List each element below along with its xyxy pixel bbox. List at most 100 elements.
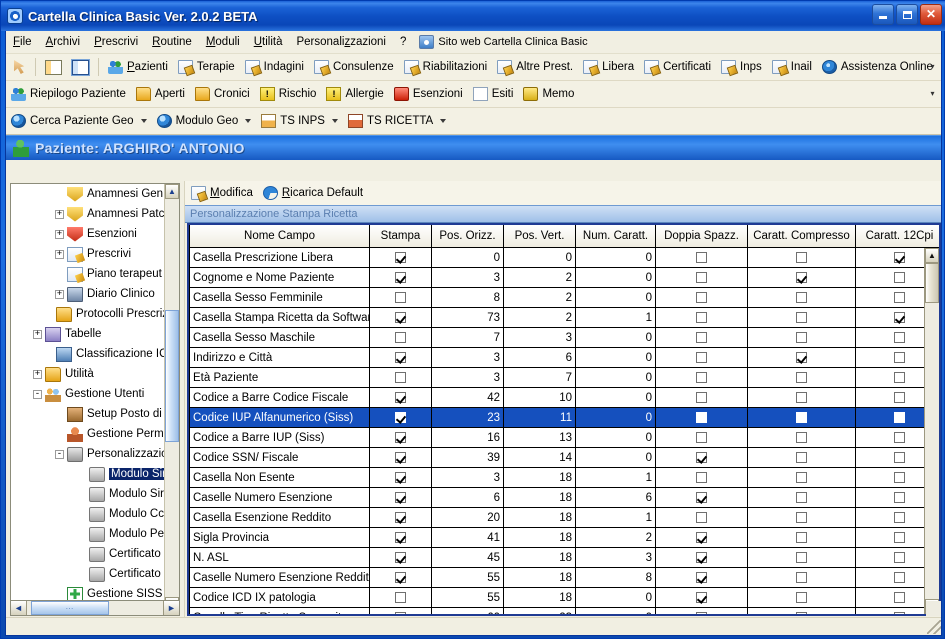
checkbox-checked-icon[interactable] <box>395 391 406 403</box>
cell-pos-vert[interactable]: 18 <box>503 567 576 588</box>
cell-pos-vert[interactable]: 3 <box>503 327 576 348</box>
menu-item-utilita[interactable]: Utilità <box>247 33 290 51</box>
column-header-stampa[interactable]: Stampa <box>369 225 432 248</box>
checkbox-unchecked-icon[interactable] <box>796 251 807 263</box>
cell-doppia-spazz[interactable] <box>655 307 748 328</box>
cell-nome-campo[interactable]: Codice IUP Alfanumerico (Siss) <box>189 407 370 428</box>
checkbox-unchecked-icon[interactable] <box>696 251 707 263</box>
checkbox-checked-icon[interactable] <box>395 471 406 483</box>
menu-item-prescrivi[interactable]: Prescrivi <box>87 33 145 51</box>
table-row[interactable]: Cognome e Nome Paziente 3 2 0 <box>189 267 939 288</box>
checkbox-unchecked-icon[interactable] <box>894 291 905 303</box>
toolbar-button-rischio[interactable]: ! Rischio <box>255 85 322 103</box>
cell-nome-campo[interactable]: Caselle Numero Esenzione Reddito <box>189 567 370 588</box>
chevron-down-icon[interactable] <box>140 119 147 123</box>
toolbar-button-esiti[interactable]: Esiti <box>468 85 519 103</box>
toolbar-button-ts-inps[interactable]: TS INPS <box>256 112 343 130</box>
toolbar-button-ts-ricetta[interactable]: TS RICETTA <box>343 112 451 130</box>
cell-caratt-compresso[interactable] <box>747 367 856 388</box>
column-header-num-caratt[interactable]: Num. Caratt. <box>575 225 656 248</box>
expand-icon[interactable]: + <box>55 289 64 299</box>
expand-icon[interactable]: + <box>55 209 64 219</box>
checkbox-checked-icon[interactable] <box>894 251 905 263</box>
cell-stampa[interactable] <box>369 307 432 328</box>
cell-doppia-spazz[interactable] <box>655 287 748 308</box>
cell-stampa[interactable] <box>369 367 432 388</box>
cell-num-caratt[interactable]: 0 <box>575 347 656 368</box>
checkbox-checked-icon[interactable] <box>395 491 406 503</box>
table-row[interactable]: Casella Sesso Femminile 8 2 0 <box>189 287 939 308</box>
cell-caratt-compresso[interactable] <box>747 527 856 548</box>
checkbox-checked-icon[interactable] <box>894 311 905 323</box>
cell-doppia-spazz[interactable] <box>655 387 748 408</box>
cell-nome-campo[interactable]: Sigla Provincia <box>189 527 370 548</box>
cell-num-caratt[interactable]: 0 <box>575 407 656 428</box>
cell-nome-campo[interactable]: Codice a Barre IUP (Siss) <box>189 427 370 448</box>
toolbar-button-esenzioni[interactable]: Esenzioni <box>389 85 468 103</box>
table-row[interactable]: N. ASL 45 18 3 <box>189 547 939 568</box>
checkbox-checked-icon[interactable] <box>395 311 406 323</box>
cell-doppia-spazz[interactable] <box>655 607 748 614</box>
cell-num-caratt[interactable]: 1 <box>575 467 656 488</box>
tree-scroll-thumb[interactable] <box>165 310 179 442</box>
table-row[interactable]: Caselle Numero Esenzione Reddito 55 18 8 <box>189 567 939 588</box>
cell-doppia-spazz[interactable] <box>655 327 748 348</box>
cell-caratt-compresso[interactable] <box>747 267 856 288</box>
checkbox-unchecked-icon[interactable] <box>796 471 807 483</box>
checkbox-checked-icon[interactable] <box>395 271 406 283</box>
cell-pos-vert[interactable]: 18 <box>503 527 576 548</box>
toolbar-button-aperti[interactable]: Aperti <box>131 85 190 103</box>
cell-caratt-compresso[interactable] <box>747 467 856 488</box>
cell-num-caratt[interactable]: 6 <box>575 487 656 508</box>
cell-pos-orizz[interactable]: 42 <box>431 387 504 408</box>
close-icon[interactable]: ✕ <box>920 4 942 25</box>
cell-num-caratt[interactable]: 0 <box>575 248 656 268</box>
cell-nome-campo[interactable]: N. ASL <box>189 547 370 568</box>
table-row[interactable]: Età Paziente 3 7 0 <box>189 367 939 388</box>
tree-item-certificato[interactable]: Certificato <box>11 544 179 564</box>
cell-pos-orizz[interactable]: 16 <box>431 427 504 448</box>
cell-pos-vert[interactable]: 10 <box>503 387 576 408</box>
table-row[interactable]: Indirizzo e Città 3 6 0 <box>189 347 939 368</box>
table-row[interactable]: Codice ICD IX patologia 55 18 0 <box>189 587 939 608</box>
menu-item-moduli[interactable]: Moduli <box>199 33 247 51</box>
tree-item-piano-terapeut[interactable]: Piano terapeut <box>11 264 179 284</box>
cell-num-caratt[interactable]: 2 <box>575 527 656 548</box>
expand-icon[interactable]: + <box>33 329 42 339</box>
checkbox-unchecked-icon[interactable] <box>395 291 406 303</box>
checkbox-unchecked-icon[interactable] <box>796 311 807 323</box>
checkbox-unchecked-icon[interactable] <box>894 551 905 563</box>
checkbox-unchecked-icon[interactable] <box>894 371 905 383</box>
checkbox-checked-icon[interactable] <box>696 451 707 463</box>
chevron-down-icon[interactable] <box>331 119 338 123</box>
checkbox-checked-icon[interactable] <box>395 451 406 463</box>
table-row[interactable]: Casella Stampa Ricetta da Software 73 2 1 <box>189 307 939 328</box>
toolbar-button-consulenze[interactable]: Consulenze <box>309 58 399 76</box>
navigation-tree[interactable]: Anamnesi Gen + Anamnesi Patc + Esenzioni + Pre… <box>10 183 180 613</box>
cell-num-caratt[interactable]: 8 <box>575 567 656 588</box>
cell-doppia-spazz[interactable] <box>655 467 748 488</box>
cell-nome-campo[interactable]: Casella Esenzione Reddito <box>189 507 370 528</box>
toolbar-button-libera[interactable]: Libera <box>578 58 639 76</box>
cell-nome-campo[interactable]: Casella Tipo Ricetta Suggerita <box>189 607 370 614</box>
cell-stampa[interactable] <box>369 607 432 614</box>
checkbox-unchecked-icon[interactable] <box>796 371 807 383</box>
checkbox-checked-icon[interactable] <box>395 611 406 614</box>
cell-doppia-spazz[interactable] <box>655 487 748 508</box>
table-row[interactable]: Caselle Numero Esenzione 6 18 6 <box>189 487 939 508</box>
column-header-doppia-spazz[interactable]: Doppia Spazz. <box>655 225 748 248</box>
cell-nome-campo[interactable]: Codice a Barre Codice Fiscale <box>189 387 370 408</box>
checkbox-unchecked-icon[interactable] <box>796 571 807 583</box>
checkbox-unchecked-icon[interactable] <box>894 351 905 363</box>
table-row[interactable]: Sigla Provincia 41 18 2 <box>189 527 939 548</box>
cell-num-caratt[interactable]: 0 <box>575 607 656 614</box>
cell-doppia-spazz[interactable] <box>655 587 748 608</box>
checkbox-unchecked-icon[interactable] <box>796 391 807 403</box>
cell-pos-vert[interactable]: 6 <box>503 347 576 368</box>
cell-caratt-compresso[interactable] <box>747 447 856 468</box>
tree-item-classificazione-icd[interactable]: Classificazione ICD <box>11 344 179 364</box>
checkbox-unchecked-icon[interactable] <box>696 411 707 423</box>
column-header-caratt-12cpi[interactable]: Caratt. 12Cpi <box>855 225 939 248</box>
checkbox-unchecked-icon[interactable] <box>796 291 807 303</box>
cell-stampa[interactable] <box>369 467 432 488</box>
